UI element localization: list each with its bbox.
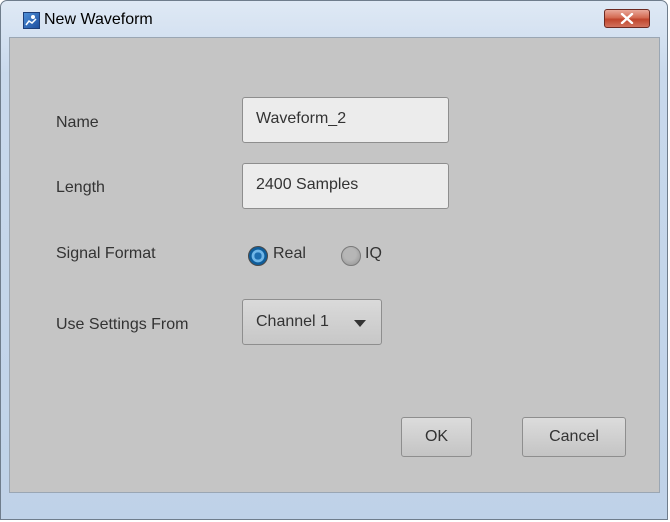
title-bar[interactable]: New Waveform — [1, 1, 667, 37]
iq-radio[interactable] — [341, 246, 361, 266]
name-label: Name — [56, 114, 99, 131]
dialog-window: New Waveform Name Waveform_2 Length 2400… — [0, 0, 668, 520]
close-icon — [620, 13, 634, 24]
iq-radio-label[interactable]: IQ — [365, 245, 382, 263]
window-title: New Waveform — [44, 11, 153, 28]
chevron-down-icon — [354, 320, 366, 327]
use-settings-dropdown[interactable]: Channel 1 — [242, 299, 382, 345]
dialog-content: Name Waveform_2 Length 2400 Samples Sign… — [9, 37, 660, 493]
cancel-button[interactable]: Cancel — [522, 417, 626, 457]
length-label: Length — [56, 179, 105, 196]
ok-button[interactable]: OK — [401, 417, 472, 457]
use-settings-label: Use Settings From — [56, 316, 189, 333]
signal-format-label: Signal Format — [56, 245, 156, 262]
length-input[interactable]: 2400 Samples — [242, 163, 449, 209]
waveform-app-icon — [23, 12, 40, 29]
real-radio-label[interactable]: Real — [273, 245, 306, 263]
real-radio[interactable] — [248, 246, 268, 266]
name-input[interactable]: Waveform_2 — [242, 97, 449, 143]
close-button[interactable] — [604, 9, 650, 28]
dropdown-selected-value: Channel 1 — [256, 313, 329, 330]
